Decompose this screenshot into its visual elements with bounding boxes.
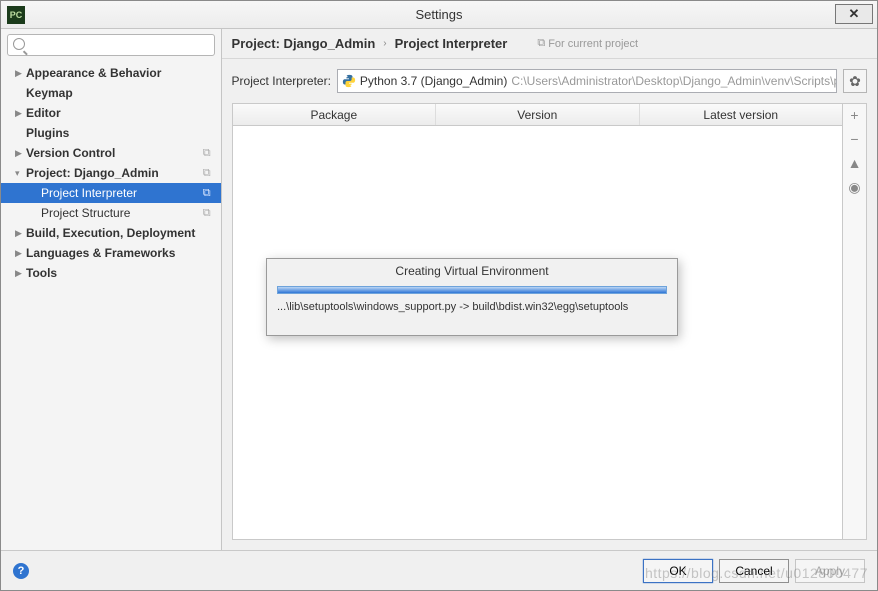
interpreter-select[interactable]: Python 3.7 (Django_Admin) C:\Users\Admin… (337, 69, 837, 93)
apply-button[interactable]: Apply (795, 559, 865, 583)
chevron-right-icon: ▶ (15, 68, 25, 79)
sidebar-item-label: Keymap (26, 86, 73, 100)
search-icon (13, 38, 25, 50)
search-wrap (1, 29, 221, 61)
interpreter-settings-button[interactable]: ✿ (843, 69, 867, 93)
breadcrumb-project: Project: Django_Admin (232, 36, 376, 51)
sidebar-item-tools[interactable]: ▶ Tools (1, 263, 221, 283)
progress-bar (277, 286, 667, 294)
col-package[interactable]: Package (233, 104, 436, 125)
chevron-right-icon: ▶ (15, 108, 25, 119)
chevron-right-icon: ▶ (15, 248, 25, 259)
sidebar-item-project[interactable]: ▾ Project: Django_Admin ⧉ (1, 163, 221, 183)
breadcrumb: Project: Django_Admin › Project Interpre… (222, 29, 877, 59)
search-input[interactable] (7, 34, 215, 56)
chevron-right-icon: ▶ (15, 228, 25, 239)
chevron-right-icon: ▶ (15, 268, 25, 279)
sidebar-item-label: Appearance & Behavior (26, 66, 161, 80)
dialog-title: Creating Virtual Environment (267, 259, 677, 286)
sidebar-item-appearance[interactable]: ▶ Appearance & Behavior (1, 63, 221, 83)
gear-icon: ✿ (849, 73, 861, 90)
sidebar-item-label: Project Interpreter (41, 186, 137, 200)
col-version[interactable]: Version (436, 104, 639, 125)
interpreter-name: Python 3.7 (Django_Admin) (360, 74, 507, 88)
remove-icon: − (850, 131, 858, 147)
sidebar-item-label: Project: Django_Admin (26, 166, 159, 180)
window-title: Settings (1, 7, 877, 22)
add-package-button[interactable]: + (847, 107, 863, 123)
sidebar-item-project-interpreter[interactable]: Project Interpreter ⧉ (1, 183, 221, 203)
remove-package-button[interactable]: − (847, 131, 863, 147)
copy-icon: ⧉ (203, 167, 211, 180)
sidebar-item-keymap[interactable]: Keymap (1, 83, 221, 103)
progress-status: ...\lib\setuptools\windows_support.py ->… (267, 294, 677, 313)
sidebar-item-label: Plugins (26, 126, 69, 140)
table-header: Package Version Latest version (233, 104, 842, 126)
chevron-right-icon: › (383, 38, 386, 49)
eye-icon: ◉ (848, 179, 860, 196)
sidebar-item-label: Project Structure (41, 206, 130, 220)
titlebar: PC Settings ✕ (1, 1, 877, 29)
chevron-down-icon: ▾ (15, 168, 25, 179)
progress-dialog: Creating Virtual Environment ...\lib\set… (266, 258, 678, 336)
copy-icon: ⧉ (203, 207, 211, 220)
sidebar-item-label: Build, Execution, Deployment (26, 226, 195, 240)
up-icon: ▲ (848, 155, 862, 171)
sidebar-item-project-structure[interactable]: Project Structure ⧉ (1, 203, 221, 223)
help-button[interactable]: ? (13, 563, 29, 579)
sidebar-item-version-control[interactable]: ▶ Version Control ⧉ (1, 143, 221, 163)
copy-icon: ⧉ (203, 147, 211, 160)
sidebar-item-plugins[interactable]: Plugins (1, 123, 221, 143)
sidebar: ▶ Appearance & Behavior Keymap ▶ Editor … (1, 29, 222, 550)
python-icon (342, 74, 356, 88)
footer: ? OK Cancel Apply (1, 550, 877, 590)
package-toolbar: + − ▲ ◉ (843, 103, 867, 540)
interpreter-row: Project Interpreter: Python 3.7 (Django_… (222, 59, 877, 103)
sidebar-item-label: Tools (26, 266, 57, 280)
interpreter-path: C:\Users\Administrator\Desktop\Django_Ad… (511, 74, 837, 88)
breadcrumb-page: Project Interpreter (395, 36, 508, 51)
interpreter-label: Project Interpreter: (232, 74, 331, 88)
sidebar-item-label: Languages & Frameworks (26, 246, 175, 260)
close-icon: ✕ (849, 6, 860, 22)
scope-label: ⧉ For current project (537, 37, 638, 50)
col-latest[interactable]: Latest version (640, 104, 842, 125)
sidebar-item-label: Editor (26, 106, 61, 120)
copy-icon: ⧉ (537, 37, 545, 50)
help-icon: ? (18, 565, 25, 577)
ok-button[interactable]: OK (643, 559, 713, 583)
show-early-releases-button[interactable]: ◉ (847, 179, 863, 195)
sidebar-item-languages[interactable]: ▶ Languages & Frameworks (1, 243, 221, 263)
sidebar-item-label: Version Control (26, 146, 115, 160)
sidebar-item-editor[interactable]: ▶ Editor (1, 103, 221, 123)
sidebar-item-build[interactable]: ▶ Build, Execution, Deployment (1, 223, 221, 243)
add-icon: + (850, 107, 858, 123)
cancel-button[interactable]: Cancel (719, 559, 789, 583)
close-button[interactable]: ✕ (835, 4, 873, 24)
upgrade-package-button[interactable]: ▲ (847, 155, 863, 171)
copy-icon: ⧉ (203, 187, 211, 200)
chevron-right-icon: ▶ (15, 148, 25, 159)
settings-tree: ▶ Appearance & Behavior Keymap ▶ Editor … (1, 61, 221, 550)
